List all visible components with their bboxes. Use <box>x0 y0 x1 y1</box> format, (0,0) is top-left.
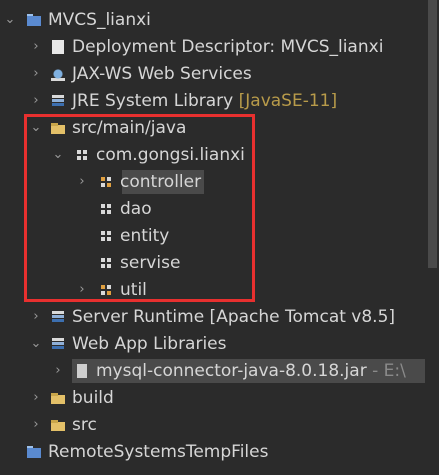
project-icon <box>26 12 42 28</box>
chevron-down-icon[interactable]: ⌄ <box>2 12 18 28</box>
tree-item-jax-ws[interactable]: › JAX-WS Web Services <box>0 61 425 87</box>
folder-icon <box>26 444 42 460</box>
tree-item-util[interactable]: › util <box>0 277 425 303</box>
chevron-down-icon[interactable]: ⌄ <box>28 336 44 352</box>
chevron-down-icon[interactable]: ⌄ <box>28 120 44 136</box>
server-runtime-label: Server Runtime [Apache Tomcat v8.5] <box>72 307 396 327</box>
src-main-java-label: src/main/java <box>72 118 187 138</box>
chevron-right-icon[interactable]: › <box>28 417 44 433</box>
library-icon <box>50 93 66 109</box>
package-icon <box>98 174 114 190</box>
tree-item-jre-library[interactable]: › JRE System Library [JavaSE-11] <box>0 88 425 114</box>
folder-icon <box>50 417 66 433</box>
util-label: util <box>120 280 147 300</box>
tree-item-dao[interactable]: dao <box>0 196 425 222</box>
package-icon <box>98 255 114 271</box>
build-label: build <box>72 388 114 408</box>
web-app-libraries-label: Web App Libraries <box>72 334 227 354</box>
tree-item-src[interactable]: › src <box>0 412 425 438</box>
package-icon <box>98 228 114 244</box>
mysql-jar-label: mysql-connector-java-8.0.18.jar - E:\ <box>96 361 406 381</box>
remote-systems-label: RemoteSystemsTempFiles <box>48 442 269 462</box>
web-services-icon <box>50 66 66 82</box>
entity-label: entity <box>120 226 170 246</box>
tree-item-project[interactable]: ⌄ MVCS_lianxi <box>0 7 425 33</box>
chevron-right-icon[interactable]: › <box>50 363 66 379</box>
chevron-right-icon[interactable]: › <box>28 309 44 325</box>
package-icon <box>98 201 114 217</box>
tree-item-controller[interactable]: › controller <box>0 169 425 195</box>
project-label: MVCS_lianxi <box>48 10 151 30</box>
chevron-down-icon[interactable]: ⌄ <box>50 147 66 163</box>
chevron-right-icon[interactable]: › <box>28 93 44 109</box>
chevron-right-icon[interactable]: › <box>74 174 90 190</box>
chevron-right-icon[interactable]: › <box>28 66 44 82</box>
jre-label: JRE System Library [JavaSE-11] <box>72 91 338 111</box>
jre-version-decoration: [JavaSE-11] <box>238 91 338 111</box>
chevron-right-icon[interactable]: › <box>28 390 44 406</box>
source-folder-icon <box>50 120 66 136</box>
tree-item-src-main-java[interactable]: ⌄ src/main/java <box>0 115 425 141</box>
dao-label: dao <box>120 199 152 219</box>
scrollbar-thumb[interactable] <box>428 0 437 268</box>
tree-item-web-app-libraries[interactable]: ⌄ Web App Libraries <box>0 331 425 357</box>
tree-item-package[interactable]: ⌄ com.gongsi.lianxi <box>0 142 425 168</box>
library-icon <box>50 336 66 352</box>
library-icon <box>50 309 66 325</box>
tree-item-entity[interactable]: entity <box>0 223 425 249</box>
tree-item-remote-systems[interactable]: RemoteSystemsTempFiles <box>0 439 425 465</box>
chevron-right-icon[interactable]: › <box>74 282 90 298</box>
jar-path-decoration: - E:\ <box>372 361 406 381</box>
deployment-descriptor-icon <box>50 39 66 55</box>
controller-label: controller <box>120 172 202 192</box>
deployment-descriptor-label: Deployment Descriptor: MVCS_lianxi <box>72 37 384 57</box>
package-icon <box>98 282 114 298</box>
package-icon <box>74 147 90 163</box>
src-label: src <box>72 415 97 435</box>
tree-item-build[interactable]: › build <box>0 385 425 411</box>
servise-label: servise <box>120 253 181 273</box>
tree-item-mysql-jar[interactable]: › mysql-connector-java-8.0.18.jar - E:\ <box>0 358 432 384</box>
jar-icon <box>74 363 90 379</box>
tree-item-servise[interactable]: servise <box>0 250 425 276</box>
tree-item-deployment-descriptor[interactable]: › Deployment Descriptor: MVCS_lianxi <box>0 34 425 60</box>
tree-item-server-runtime[interactable]: › Server Runtime [Apache Tomcat v8.5] <box>0 304 425 330</box>
jax-ws-label: JAX-WS Web Services <box>72 64 252 84</box>
package-label: com.gongsi.lianxi <box>96 145 245 165</box>
folder-icon <box>50 390 66 406</box>
vertical-scrollbar[interactable] <box>425 0 439 475</box>
chevron-right-icon[interactable]: › <box>28 39 44 55</box>
